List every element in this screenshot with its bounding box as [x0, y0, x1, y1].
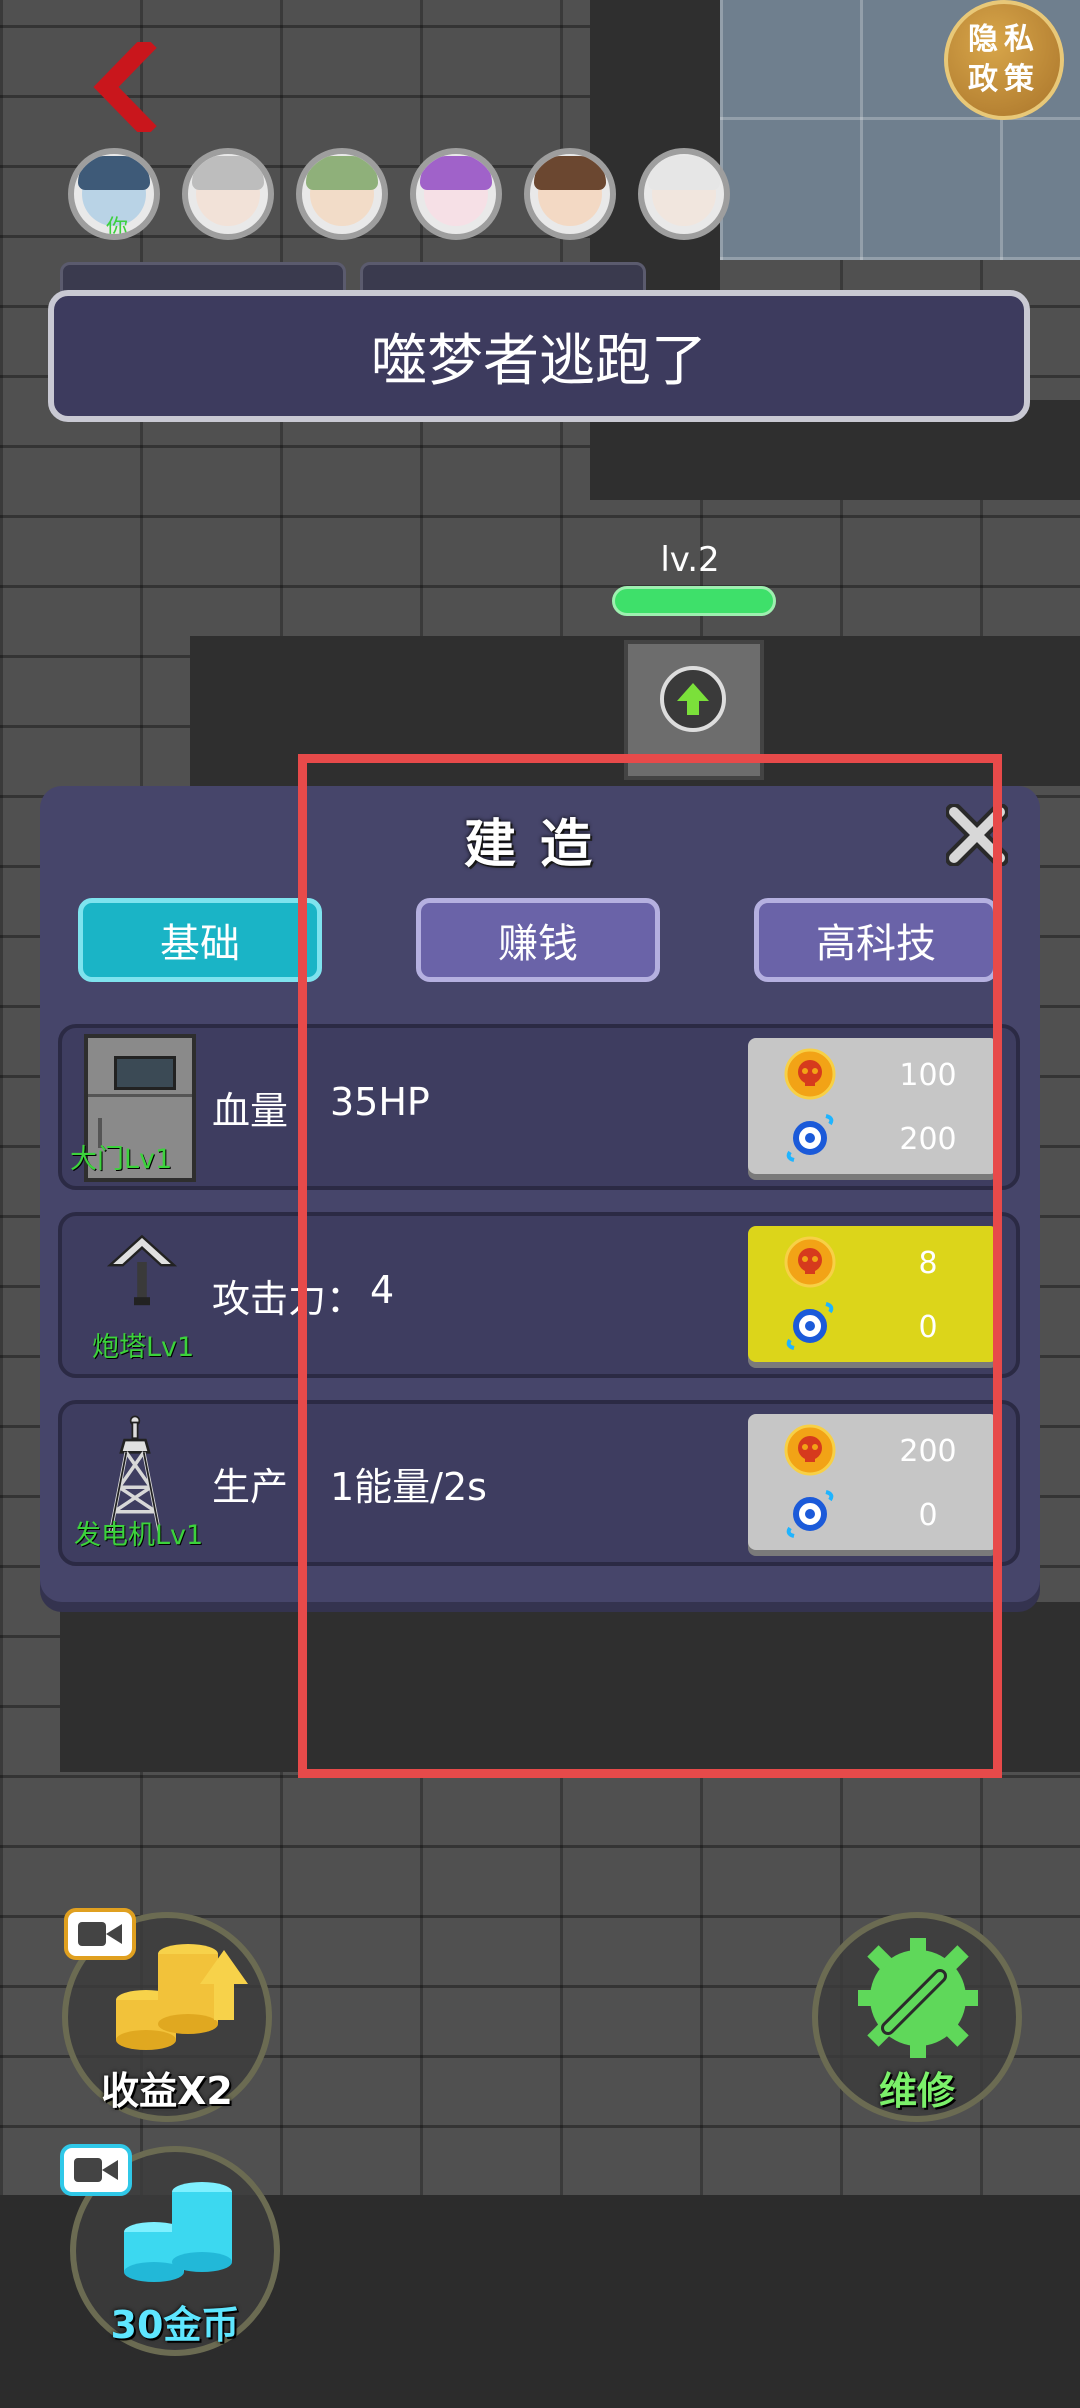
income-x2-button[interactable]: 收益X2	[62, 1908, 272, 2122]
back-arrow-icon[interactable]	[86, 42, 166, 132]
event-banner: 噬梦者逃跑了	[48, 290, 1030, 422]
cyan-coins-icon	[124, 2182, 232, 2282]
tab-basic[interactable]: 基础	[78, 898, 322, 982]
item-stat-label: 血量	[212, 1089, 289, 1133]
wrench-gear-icon	[858, 1938, 978, 2058]
get-30-coins-button[interactable]: 30金币	[60, 2144, 280, 2356]
tab-label: 基础	[160, 921, 240, 967]
repair-button[interactable]: 维修	[812, 1912, 1022, 2122]
item-name: 大门Lv1	[70, 1144, 173, 1175]
event-banner-text: 噬梦者逃跑了	[371, 328, 707, 394]
highlight-box	[298, 754, 1002, 1778]
upgrade-arrow-icon[interactable]	[660, 666, 726, 732]
item-stat-label: 生产	[212, 1465, 289, 1509]
you-tag: 你	[106, 216, 129, 240]
building-hp-bar	[612, 586, 776, 616]
avatar[interactable]	[182, 148, 274, 240]
avatar[interactable]	[638, 148, 730, 240]
coins-label: 30金币	[110, 2303, 240, 2347]
privacy-policy-label: 隐私 政策	[968, 22, 1040, 97]
avatar[interactable]	[296, 148, 388, 240]
avatar-you[interactable]: 你	[68, 148, 160, 240]
gold-coins-up-icon	[116, 1944, 248, 2050]
avatar[interactable]	[410, 148, 502, 240]
income-x2-label: 收益X2	[101, 2069, 233, 2113]
repair-label: 维修	[878, 2069, 955, 2113]
item-name: 炮塔Lv1	[92, 1332, 195, 1363]
building-level: lv.2	[660, 540, 720, 580]
item-name: 发电机Lv1	[74, 1520, 204, 1551]
turret-icon	[106, 1234, 178, 1306]
privacy-policy-button[interactable]: 隐私 政策	[944, 0, 1064, 120]
avatar[interactable]	[524, 148, 616, 240]
